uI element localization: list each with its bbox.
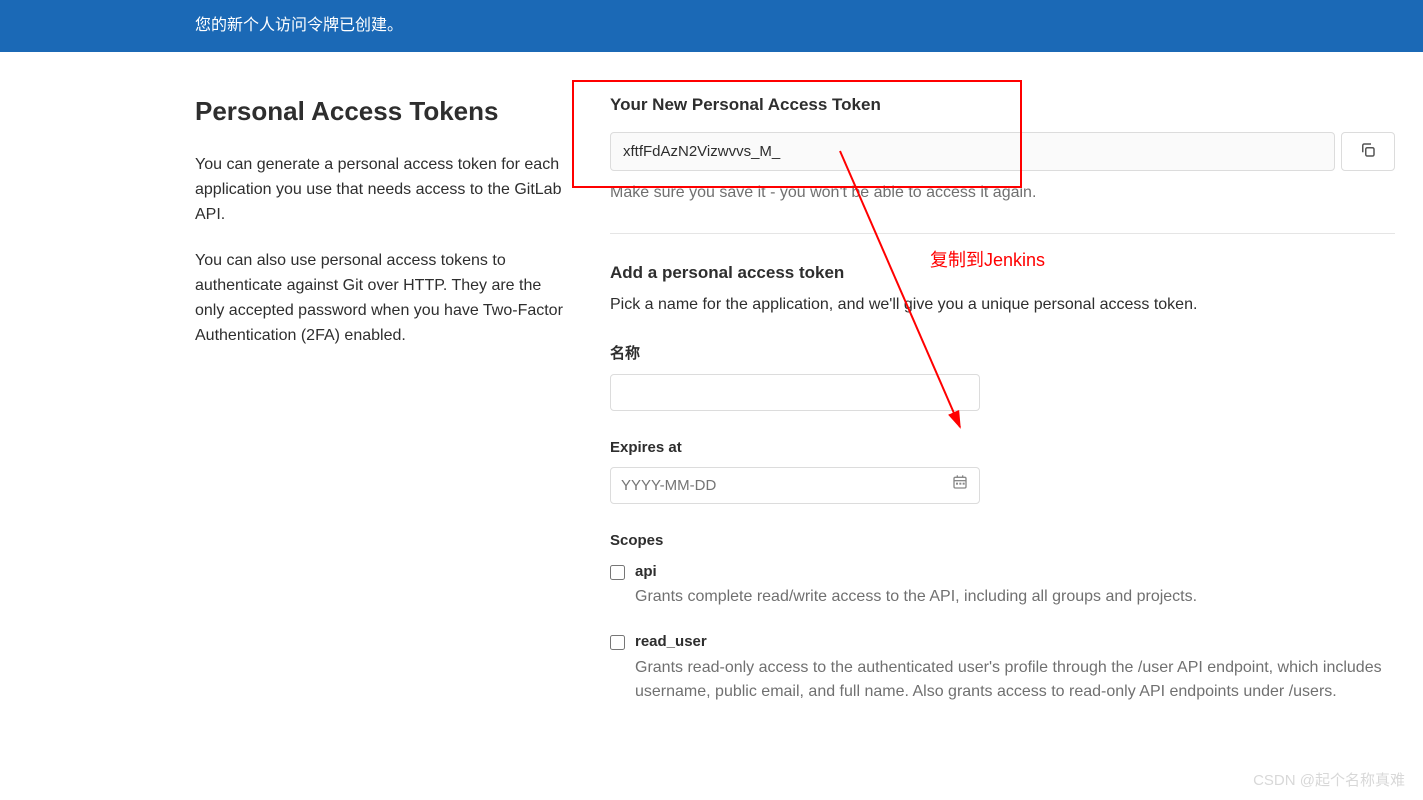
token-row [610,132,1395,171]
copy-token-button[interactable] [1341,132,1395,171]
scope-item-api: api Grants complete read/write access to… [610,561,1395,610]
name-field-label: 名称 [610,343,1395,366]
scope-description: Grants complete read/write access to the… [635,585,1395,609]
main-container: Personal Access Tokens You can generate … [0,52,1423,766]
add-token-heading: Add a personal access token [610,260,1395,286]
sidebar-paragraph: You can also use personal access tokens … [195,249,570,348]
sidebar: Personal Access Tokens You can generate … [195,92,570,726]
token-warning-text: Make sure you save it - you won't be abl… [610,181,1395,205]
copy-icon [1359,141,1377,162]
divider [610,233,1395,234]
main-content: 复制到Jenkins Your New Personal Access Toke… [610,92,1395,726]
add-token-description: Pick a name for the application, and we'… [610,293,1395,317]
scope-name: api [635,561,1395,584]
scope-item-read-user: read_user Grants read-only access to the… [610,631,1395,704]
new-token-heading: Your New Personal Access Token [610,92,1395,118]
expires-field-label: Expires at [610,437,1395,460]
expires-input-wrap [610,467,980,504]
scopes-field-label: Scopes [610,530,1395,553]
scope-checkbox-read-user[interactable] [610,635,625,650]
token-value-input[interactable] [610,132,1335,171]
scope-description: Grants read-only access to the authentic… [635,656,1395,704]
scope-checkbox-api[interactable] [610,565,625,580]
sidebar-paragraph: You can generate a personal access token… [195,153,570,227]
scope-name: read_user [635,631,1395,654]
watermark: CSDN @起个名称真难 [1253,770,1405,793]
name-input[interactable] [610,374,980,411]
page-title: Personal Access Tokens [195,92,570,131]
expires-input[interactable] [610,467,980,504]
notification-banner: 您的新个人访问令牌已创建。 [0,0,1423,52]
banner-text: 您的新个人访问令牌已创建。 [195,17,403,34]
